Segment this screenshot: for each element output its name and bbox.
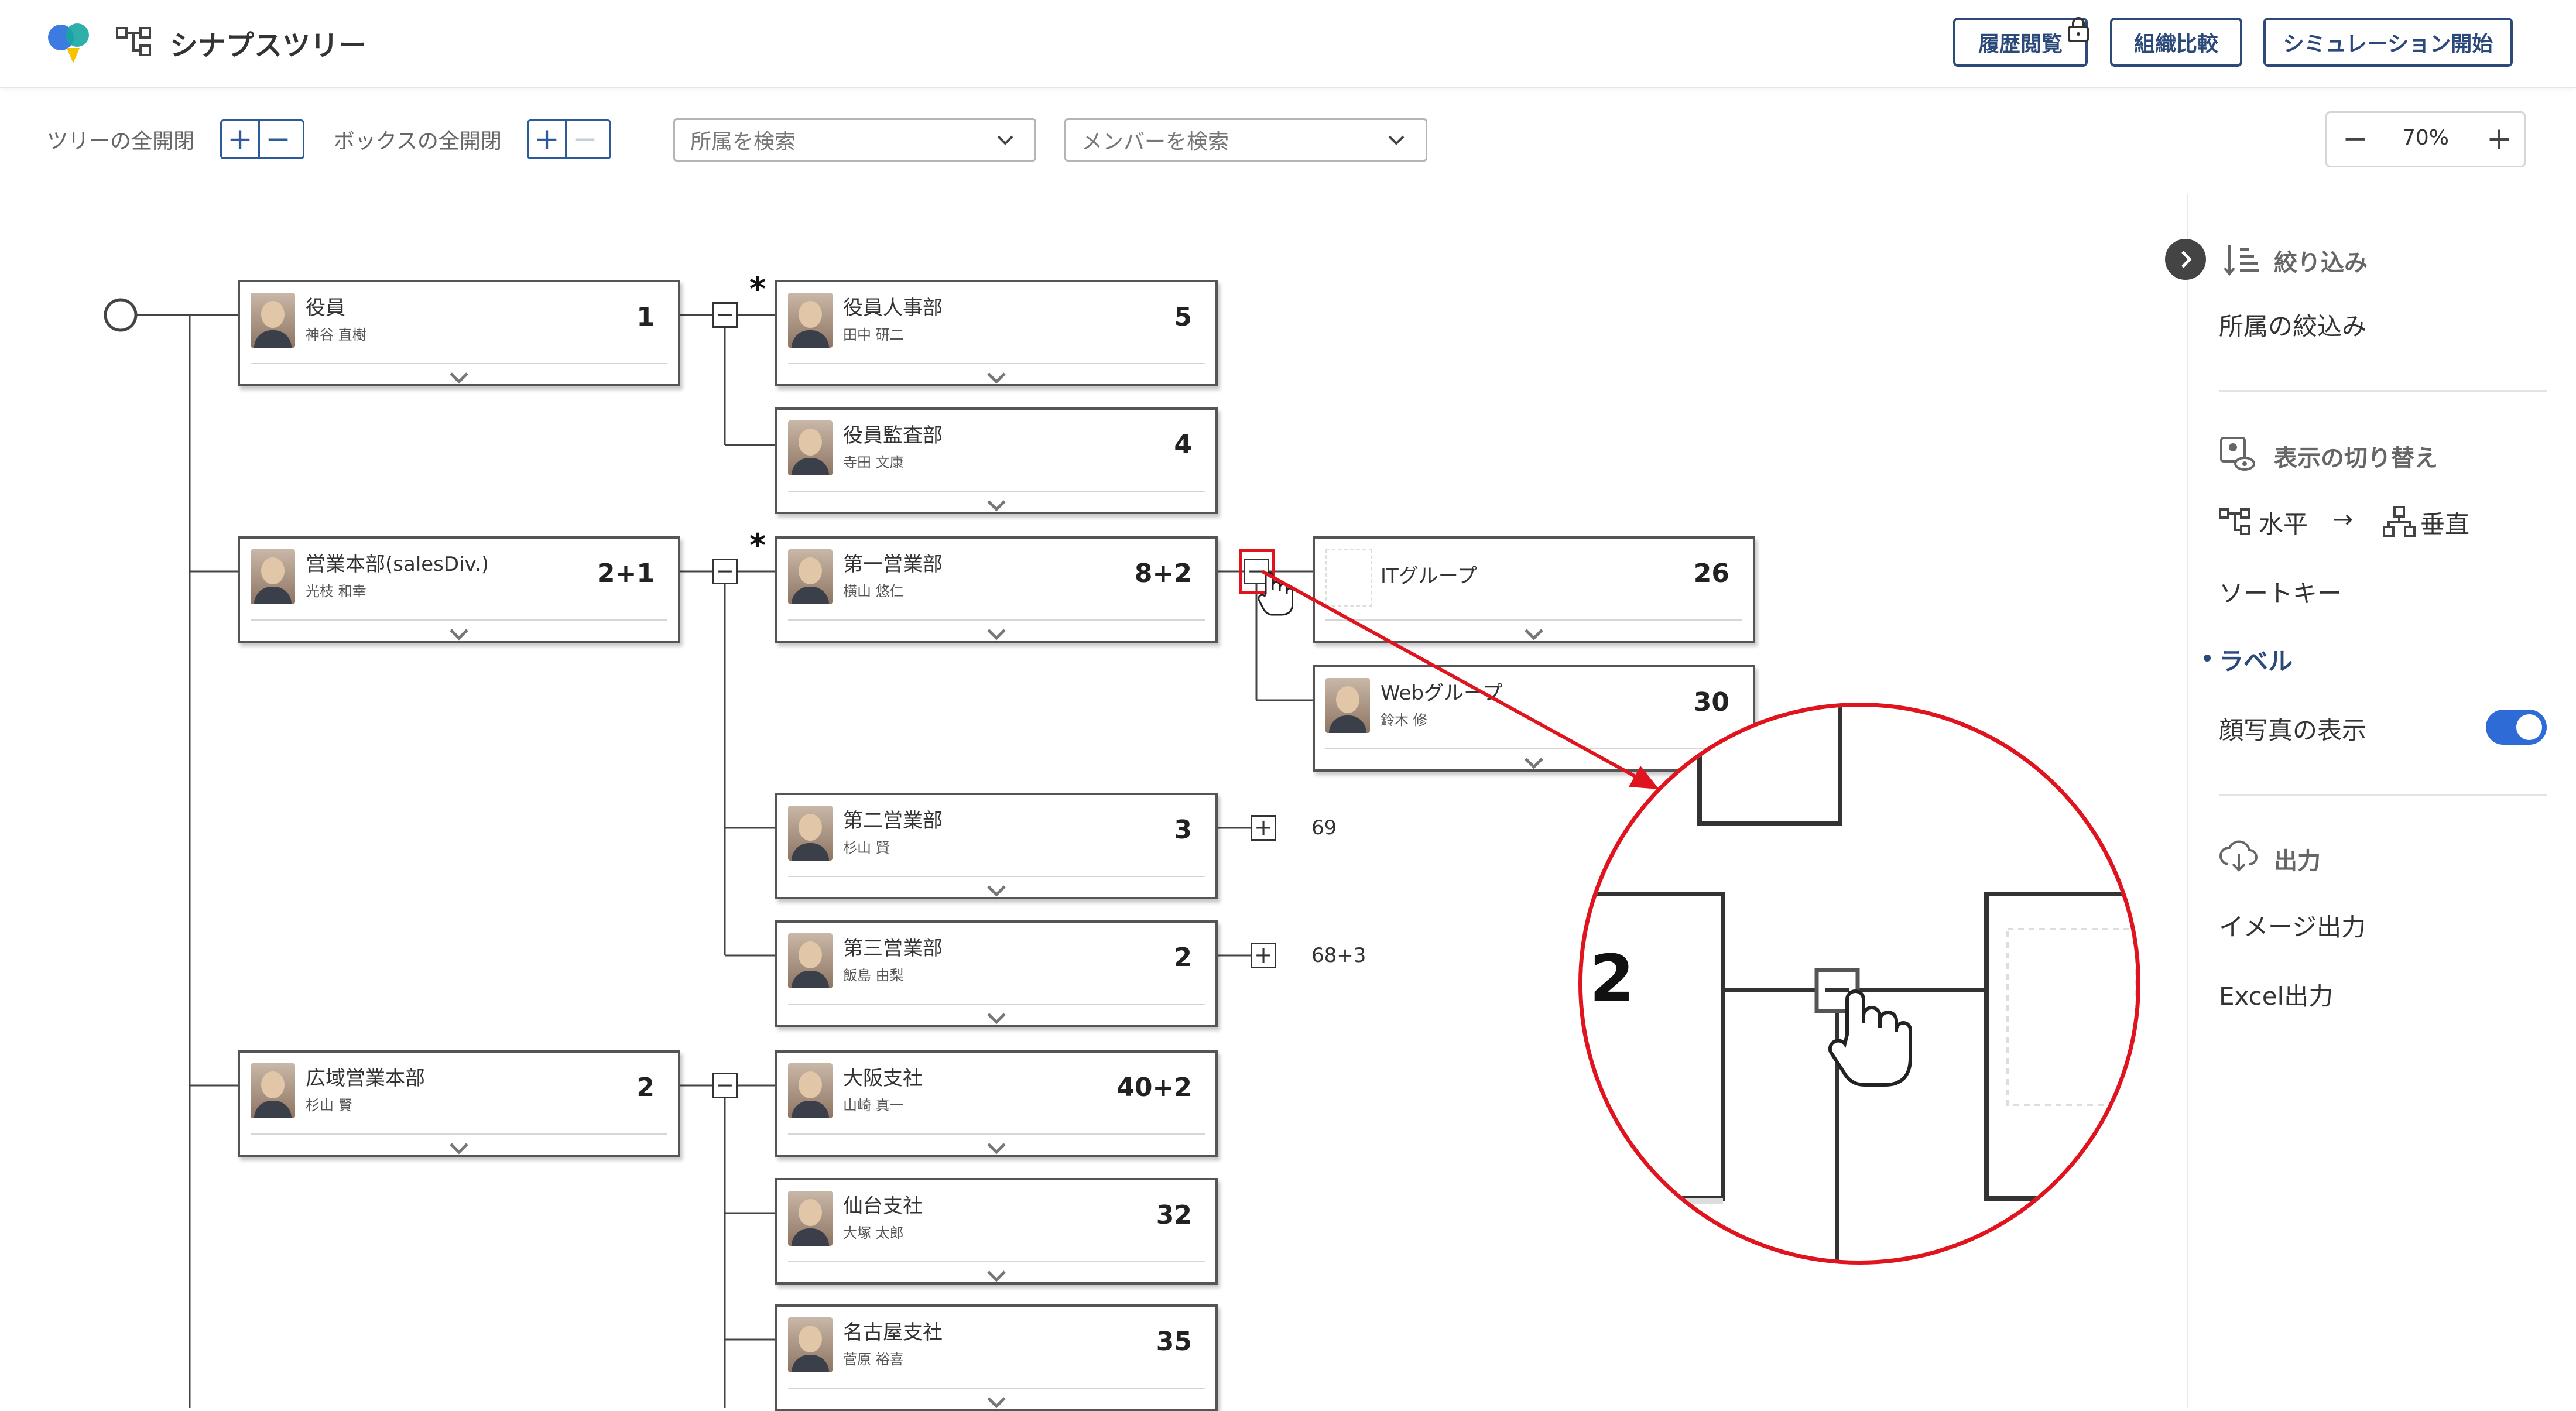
history-button[interactable]: 履歴閲覧 [1953,17,2089,67]
vertical-layout-option[interactable]: 垂直 [2420,505,2469,540]
dept-search-placeholder: 所属を検索 [690,130,796,154]
app-header: シナプスツリー 履歴閲覧 組織比較 シミュレーション開始 [0,0,2576,88]
horizontal-layout-option[interactable]: 水平 [2259,505,2308,540]
lock-icon [2068,17,2089,42]
filter-dept-item[interactable]: 所属の絞込み [2219,307,2366,343]
view-switch-heading: 表示の切り替え [2274,445,2438,472]
org-tree-canvas: 役員 神谷 直樹 1 営業本部(salesDiv.) 光枝 和幸 2+1 広域営… [14,194,2187,1411]
zoom-control: − 70% + [2325,111,2526,167]
box-expand-all-button[interactable]: + [529,121,565,157]
chevron-right-icon [2181,251,2192,268]
excel-output-item[interactable]: Excel出力 [2219,977,2333,1012]
toggle-knob [2516,714,2542,740]
horizontal-layout-icon [2219,508,2250,535]
photo-display-toggle[interactable] [2486,710,2547,745]
zoom-out-button[interactable]: − [2342,121,2368,156]
simulation-start-button[interactable]: シミュレーション開始 [2263,18,2513,67]
side-panel: 絞り込み 所属の絞込み 表示の切り替え 水平 → 垂直 ソートキー ラベル 顔写… [2165,194,2576,1408]
app-logo-icon [48,23,89,63]
org-compare-button[interactable]: 組織比較 [2110,18,2242,67]
zoom-callout-drawing [1582,707,2136,1261]
collapse-panel-button[interactable] [2165,239,2206,280]
divider [2219,794,2547,796]
label-item[interactable]: ラベル [2219,642,2293,677]
dept-search-select[interactable]: 所属を検索 [673,118,1036,162]
history-button-label: 履歴閲覧 [1978,32,2063,56]
arrow-right: → [2332,505,2354,533]
chevron-down-icon [1388,135,1405,145]
zoom-callout: 2 [1578,703,2140,1265]
active-dot [2204,655,2211,662]
box-expand-label: ボックスの全開閉 [334,129,502,153]
sort-key-item[interactable]: ソートキー [2219,574,2342,609]
filter-icon [2224,245,2259,276]
image-output-item[interactable]: イメージ出力 [2219,907,2366,943]
box-collapse-all-button[interactable]: − [565,121,603,157]
vertical-layout-icon [2383,506,2416,537]
tree-expand-all-button[interactable]: + [222,121,258,157]
zoom-in-button[interactable]: + [2486,121,2512,156]
tree-expand-label: ツリーの全開閉 [47,129,195,153]
member-search-placeholder: メンバーを検索 [1081,130,1229,154]
output-heading: 出力 [2274,848,2321,875]
filter-heading: 絞り込み [2274,249,2368,276]
chevron-down-icon [997,135,1013,145]
zoom-callout-count: 2 [1590,941,1635,1016]
app-title: シナプスツリー [170,29,367,62]
box-expand-controls: + − [527,119,611,159]
zoom-level: 70% [2402,126,2450,150]
tree-collapse-all-button[interactable]: − [258,121,296,157]
tree-structure-icon [116,27,151,56]
photo-display-label: 顔写真の表示 [2219,716,2367,745]
member-search-select[interactable]: メンバーを検索 [1064,118,1427,162]
display-toggle-icon [2220,437,2255,471]
divider [2219,390,2547,392]
cloud-download-icon [2219,840,2258,872]
tree-expand-controls: + − [220,119,304,159]
